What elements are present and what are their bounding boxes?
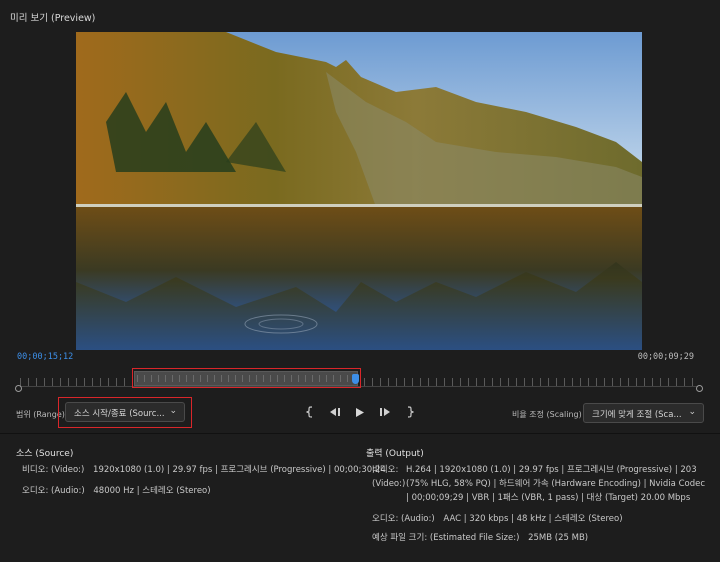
chevron-down-icon: ⌄ (688, 407, 696, 417)
output-size-value: 25MB (25 MB) (528, 533, 589, 543)
export-preview-panel: 미리 보기 (Preview) 00;00;15;12 00;00;09;29 … (0, 0, 720, 562)
output-audio-value: AAC | 320 kbps | 48 kHz | 스테레오 (Stereo) (443, 514, 623, 524)
output-audio-row: 오디오: (Audio:) AAC | 320 kbps | 48 kHz | … (372, 512, 623, 526)
output-audio-key: 오디오: (Audio:) (372, 514, 435, 524)
step-forward-icon[interactable] (377, 404, 393, 420)
range-dropdown-highlight (58, 397, 192, 428)
current-timecode[interactable]: 00;00;15;12 (17, 352, 73, 362)
source-video-value: 1920x1080 (1.0) | 29.97 fps | 프로그레시브 (Pr… (93, 465, 386, 475)
output-video-value: H.264 | 1920x1080 (1.0) | 29.97 fps | 프로… (406, 465, 706, 503)
source-audio-value: 48000 Hz | 스테레오 (Stereo) (93, 486, 211, 496)
output-size-row: 예상 파일 크기: (Estimated File Size:) 25MB (2… (372, 531, 588, 545)
play-icon[interactable] (352, 404, 368, 420)
output-title: 출력 (Output) (366, 449, 424, 459)
preview-image (76, 32, 642, 350)
source-title: 소스 (Source) (16, 449, 74, 459)
playhead-icon[interactable] (352, 374, 359, 384)
source-audio-row: 오디오: (Audio:) 48000 Hz | 스테레오 (Stereo) (22, 484, 211, 498)
mark-in-icon[interactable] (302, 404, 318, 420)
scaling-dropdown[interactable]: 크기에 맞게 조절 (Sca... ⌄ (583, 403, 704, 423)
step-back-icon[interactable] (327, 404, 343, 420)
source-video-row: 비디오: (Video:) 1920x1080 (1.0) | 29.97 fp… (22, 463, 386, 477)
source-audio-key: 오디오: (Audio:) (22, 486, 85, 496)
transport-controls (302, 403, 418, 421)
scaling-label: 비율 조정 (Scaling) (512, 410, 582, 419)
range-start-handle[interactable] (15, 385, 22, 392)
section-divider (0, 433, 720, 434)
output-video-key: 비디오: (Video:) (372, 465, 406, 489)
scaling-dropdown-value: 크기에 맞게 조절 (Sca... (592, 410, 682, 420)
duration-timecode: 00;00;09;29 (637, 352, 694, 362)
work-area-highlight (132, 368, 361, 388)
mark-out-icon[interactable] (402, 404, 418, 420)
range-end-handle[interactable] (696, 385, 703, 392)
source-video-key: 비디오: (Video:) (22, 465, 85, 475)
output-size-key: 예상 파일 크기: (Estimated File Size:) (372, 533, 520, 543)
panel-title: 미리 보기 (Preview) (10, 13, 96, 24)
